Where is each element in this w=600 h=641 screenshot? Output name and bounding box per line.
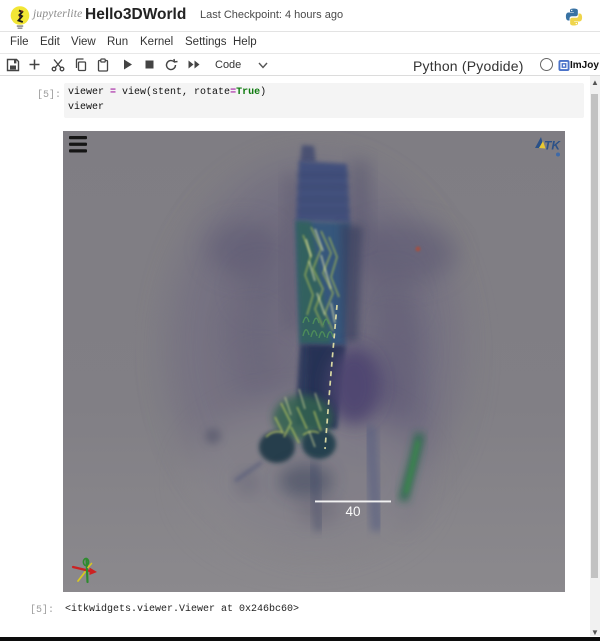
svg-text:40: 40 xyxy=(345,504,360,519)
svg-text:TK: TK xyxy=(544,139,561,153)
